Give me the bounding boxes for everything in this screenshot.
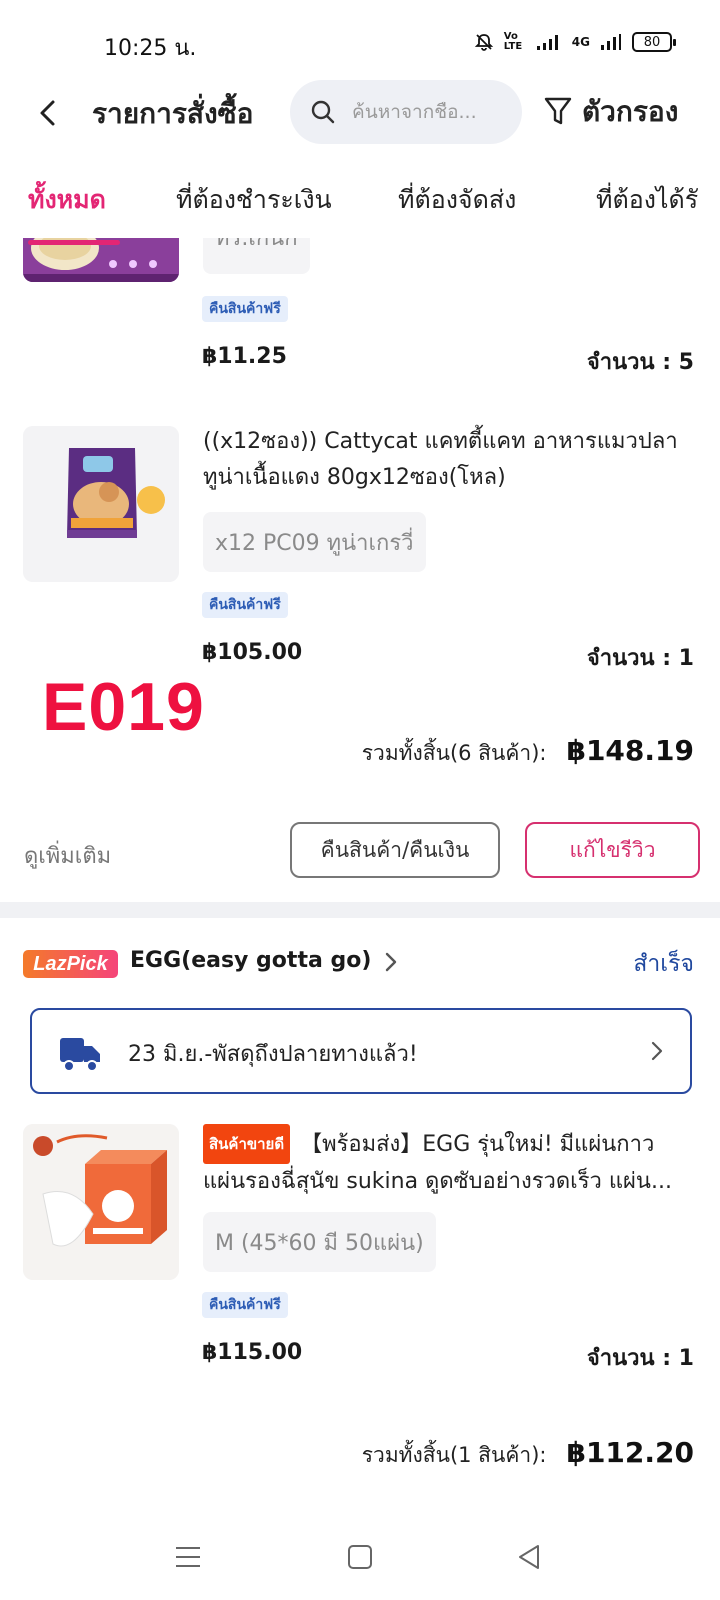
- lazpick-badge: LazPick: [23, 950, 118, 978]
- signal-icon-2: [600, 33, 622, 51]
- item-price-3: ฿115.00: [202, 1340, 303, 1365]
- chevron-right-icon: [651, 1041, 663, 1061]
- filter-label: ตัวกรอง: [582, 95, 679, 128]
- filter-icon: [544, 97, 572, 125]
- item-price-2: ฿105.00: [202, 640, 303, 665]
- delivery-status-card[interactable]: 23 มิ.ย.-พัสดุถึงปลายทางแล้ว!: [30, 1008, 692, 1094]
- item-quantity-3: จำนวน : 1: [586, 1346, 694, 1371]
- network-label: 4G: [571, 35, 590, 49]
- home-icon: [348, 1545, 372, 1569]
- edit-review-button[interactable]: แก้ไขรีวิว: [525, 822, 700, 878]
- order-tabs-overlay: ทั้งหมด ที่ต้องชำระเงิน ที่ต้องจัดส่ง ที…: [0, 168, 720, 248]
- filter-button[interactable]: ตัวกรอง: [544, 90, 678, 134]
- tab-indicator-bar: [28, 240, 120, 245]
- free-return-badge-1: คืนสินค้าฟรี: [202, 296, 288, 322]
- status-bar: 10:25 น. Vo LTE 4G 80: [0, 0, 720, 80]
- product-photo-3: [23, 1124, 179, 1280]
- total-value-2: ฿112.20: [566, 1436, 694, 1469]
- battery-icon: 80: [632, 32, 676, 52]
- watermark-label: E019: [42, 669, 205, 745]
- product-image-2[interactable]: [23, 426, 179, 582]
- order-divider: [0, 902, 720, 918]
- product-title-2[interactable]: ((x12ซอง)) Cattycat แคทตี้แคท อาหารแมวปล…: [203, 424, 693, 496]
- item-price-1: ฿11.25: [202, 344, 287, 369]
- variant-chip-3: M (45*60 มี 50แผ่น): [203, 1212, 436, 1272]
- back-button[interactable]: [28, 90, 68, 136]
- header: รายการสั่งซื้อ ตัวกรอง: [0, 78, 720, 148]
- nav-menu-button[interactable]: [163, 1532, 213, 1582]
- product-photo-2: [23, 426, 179, 582]
- back-triangle-icon: [519, 1545, 539, 1569]
- free-return-badge-3: คืนสินค้าฟรี: [202, 1292, 288, 1318]
- order-total-1: รวมทั้งสิ้น(6 สินค้า): ฿148.19: [362, 734, 694, 770]
- see-more-link[interactable]: ดูเพิ่มเติม: [24, 838, 111, 873]
- item-quantity-2: จำนวน : 1: [586, 646, 694, 671]
- system-nav-bar: [0, 1520, 720, 1600]
- truck-icon: [60, 1038, 100, 1072]
- tab-all-label[interactable]: ทั้งหมด: [28, 180, 106, 220]
- search-box[interactable]: [290, 80, 522, 144]
- return-refund-button[interactable]: คืนสินค้า/คืนเงิน: [290, 822, 500, 878]
- nav-back-button[interactable]: [505, 1532, 555, 1582]
- search-icon: [311, 100, 335, 124]
- chevron-right-icon[interactable]: [383, 950, 399, 974]
- total-label-1: รวมทั้งสิ้น(6 สินค้า):: [361, 741, 547, 765]
- bestseller-badge: สินค้าขายดี: [203, 1124, 291, 1164]
- volte-icon: Vo LTE: [503, 31, 523, 52]
- shop-name[interactable]: EGG(easy gotta go): [130, 948, 371, 973]
- signal-icon: [536, 33, 562, 51]
- delivery-status-text: 23 มิ.ย.-พัสดุถึงปลายทางแล้ว!: [128, 1042, 418, 1067]
- page-title: รายการสั่งซื้อ: [92, 97, 254, 130]
- search-input[interactable]: [352, 101, 502, 123]
- tab-to-ship-label[interactable]: ที่ต้องจัดส่ง: [398, 180, 516, 220]
- back-arrow-icon: [40, 100, 55, 126]
- variant-chip-2: x12 PC09 ทูน่าเกรวี่: [203, 512, 426, 572]
- nav-home-button[interactable]: [335, 1532, 385, 1582]
- order-total-2: รวมทั้งสิ้น(1 สินค้า): ฿112.20: [362, 1436, 694, 1472]
- status-icons: Vo LTE 4G 80: [474, 31, 676, 52]
- tab-to-receive-label[interactable]: ที่ต้องได้รั: [596, 180, 698, 220]
- total-label-2: รวมทั้งสิ้น(1 สินค้า):: [361, 1443, 547, 1467]
- total-value-1: ฿148.19: [566, 734, 694, 767]
- status-time: 10:25 น.: [104, 36, 197, 61]
- menu-icon: [176, 1547, 200, 1567]
- tab-to-pay-label[interactable]: ที่ต้องชำระเงิน: [176, 180, 332, 220]
- mute-icon: [474, 32, 494, 52]
- order-status: สำเร็จ: [633, 951, 694, 977]
- product-image-3[interactable]: [23, 1124, 179, 1280]
- item-quantity-1: จำนวน : 5: [586, 350, 694, 375]
- free-return-badge-2: คืนสินค้าฟรี: [202, 592, 288, 618]
- product-title-3[interactable]: สินค้าขายดี 【พร้อมส่ง】EGG รุ่นใหม่! มีแผ่…: [203, 1124, 693, 1200]
